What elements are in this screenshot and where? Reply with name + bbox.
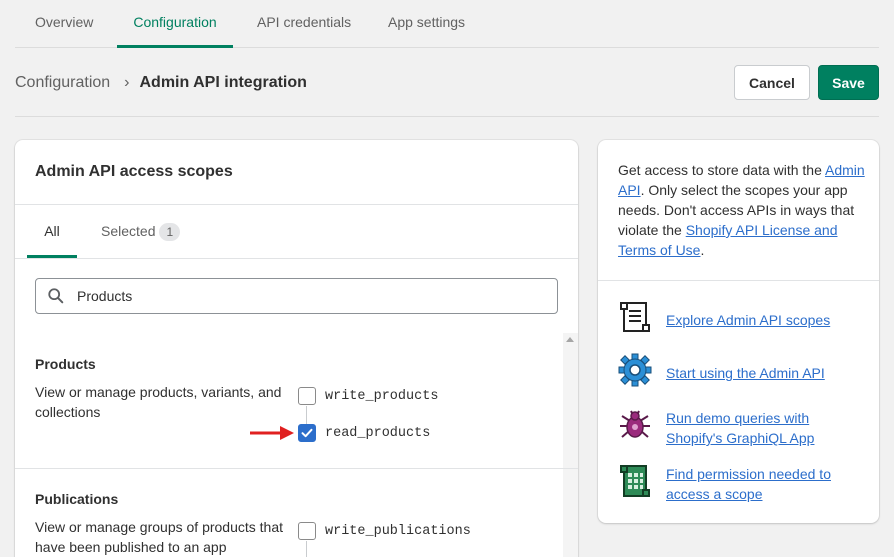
tab-configuration[interactable]: Configuration: [117, 0, 233, 48]
cancel-button[interactable]: Cancel: [734, 65, 810, 100]
breadcrumb: Configuration › Admin API integration: [15, 72, 307, 94]
section-title-products: Products: [35, 356, 96, 372]
find-permission-link[interactable]: Find permission needed to access a scope: [666, 464, 856, 504]
tab-selected-label: Selected: [101, 223, 156, 239]
scope-connector-line: [306, 541, 307, 557]
section-description-publications: View or manage groups of products that h…: [35, 519, 284, 555]
demo-queries-link[interactable]: Run demo queries with Shopify's GraphiQL…: [666, 408, 856, 448]
resource-find-permission: Find permission needed to access a scope: [618, 464, 868, 508]
card-title: Admin API access scopes: [35, 163, 233, 180]
explore-scopes-link[interactable]: Explore Admin API scopes: [666, 310, 856, 330]
tab-selected[interactable]: Selected 1: [101, 204, 181, 258]
section-title-publications: Publications: [35, 491, 119, 507]
selected-count-badge: 1: [159, 223, 181, 241]
scroll-icon: [620, 302, 650, 332]
page-title: Admin API integration: [139, 74, 307, 91]
resource-demo-queries: Run demo queries with Shopify's GraphiQL…: [618, 408, 868, 452]
info-text: Get access to store data with the Admin …: [618, 160, 868, 260]
search-input[interactable]: Products: [35, 278, 558, 314]
scope-label: read_products: [325, 426, 431, 441]
resource-explore-scopes: Explore Admin API scopes: [618, 300, 868, 340]
info-text-part: Get access to store data with the: [618, 162, 822, 178]
tab-api-credentials[interactable]: API credentials: [257, 0, 351, 48]
checkmark-icon: [301, 428, 313, 438]
divider: [15, 258, 578, 259]
checkbox-write-publications[interactable]: [298, 522, 316, 540]
annotation-arrow-icon: [250, 426, 294, 440]
checkbox-read-products[interactable]: [298, 424, 316, 442]
access-scopes-card: Admin API access scopes All Selected 1 Pr…: [15, 140, 578, 557]
tab-overview[interactable]: Overview: [35, 0, 93, 48]
divider: [15, 204, 578, 205]
divider: [598, 280, 879, 281]
top-tabs: Overview Configuration API credentials A…: [15, 0, 879, 48]
info-text-part: .: [700, 242, 705, 258]
tab-all[interactable]: All: [27, 204, 77, 258]
resource-start-admin-api: Start using the Admin API: [618, 353, 868, 393]
save-button[interactable]: Save: [818, 65, 879, 100]
start-admin-api-link[interactable]: Start using the Admin API: [666, 363, 856, 383]
search-icon: [48, 288, 64, 304]
calculator-icon: [620, 465, 650, 497]
divider: [15, 468, 578, 469]
scrollbar[interactable]: [563, 333, 578, 557]
scroll-up-arrow-icon[interactable]: [566, 337, 574, 342]
tab-app-settings[interactable]: App settings: [388, 0, 465, 48]
bug-icon: [620, 410, 650, 438]
scope-label: write_products: [325, 389, 439, 404]
search-value: Products: [77, 288, 133, 304]
gear-icon: [618, 353, 652, 387]
scope-label: write_publications: [325, 524, 471, 539]
section-description-products: View or manage products, variants, and c…: [35, 384, 282, 420]
chevron-right-icon: ›: [124, 74, 130, 91]
info-card: Get access to store data with the Admin …: [598, 140, 879, 523]
checkbox-write-products[interactable]: [298, 387, 316, 405]
scope-connector-line: [306, 406, 307, 426]
breadcrumb-parent[interactable]: Configuration: [15, 74, 110, 91]
header-divider: [15, 116, 879, 117]
